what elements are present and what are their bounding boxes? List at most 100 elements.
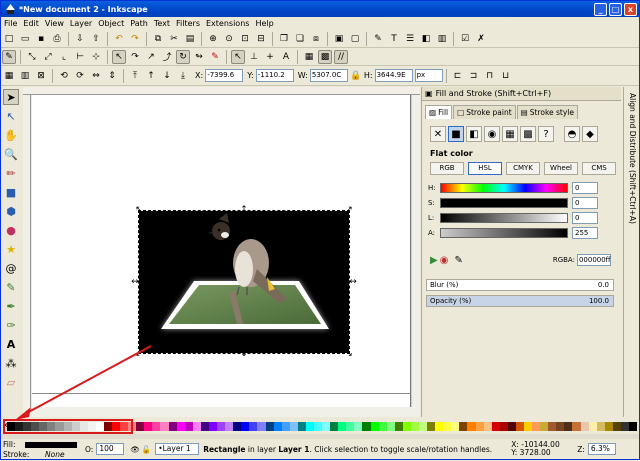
scale-corners-icon[interactable]: ⊐ (467, 69, 481, 83)
select-all-icon[interactable]: ▦ (2, 69, 16, 83)
snap-bbox-center-icon[interactable]: ⊹ (89, 50, 103, 64)
paste-icon[interactable]: ▤ (183, 32, 197, 46)
palette-swatch[interactable] (176, 422, 185, 431)
palette-swatch[interactable] (580, 422, 589, 431)
minimize-button[interactable]: _ (594, 2, 607, 16)
snap-bbox-edge-icon[interactable]: ⤢ (41, 50, 55, 64)
flip-vertical-icon[interactable]: ⇕ (105, 69, 119, 83)
palette-swatch[interactable] (281, 422, 290, 431)
lock-ratio-icon[interactable]: 🔒 (349, 69, 363, 83)
clone-icon[interactable]: ❏ (293, 32, 307, 46)
palette-swatch[interactable] (572, 422, 581, 431)
zoom-width-icon[interactable]: ⊟ (254, 32, 268, 46)
menu-object[interactable]: Object (95, 19, 127, 28)
snap-guide-icon[interactable]: + (263, 50, 277, 64)
color-picker-icon[interactable]: ✎ (454, 255, 462, 266)
scale-handle-br[interactable]: ↘ (345, 350, 353, 359)
scale-handle-bl[interactable]: ↙ (135, 350, 143, 359)
drawing-canvas[interactable]: ↖ ↕ ↗ ↔ ↔ ↙ ↕ ↘ (32, 95, 411, 407)
x-input[interactable]: -7399.6 (205, 69, 244, 82)
snap-text-baseline-icon[interactable]: ⊥ (247, 50, 261, 64)
pencil-tool-icon[interactable]: ✎ (3, 279, 19, 295)
menu-file[interactable]: File (1, 19, 20, 28)
palette-swatch[interactable] (548, 422, 557, 431)
lightness-input[interactable]: 0 (572, 211, 598, 224)
palette-swatch[interactable] (507, 422, 516, 431)
palette-swatch[interactable] (265, 422, 274, 431)
vertical-scrollbar[interactable] (411, 95, 420, 407)
text-tool-icon[interactable]: A (3, 336, 19, 352)
palette-swatch[interactable] (192, 422, 201, 431)
snap-guides-icon[interactable]: // (334, 49, 348, 64)
selector-tool-icon[interactable]: ➤ (3, 89, 19, 105)
raise-icon[interactable]: ↑ (144, 69, 158, 83)
palette-swatch[interactable] (418, 422, 428, 431)
scale-handle-b[interactable]: ↕ (240, 350, 248, 359)
palette-swatch[interactable] (451, 422, 460, 431)
zoom-input[interactable]: 6.3% (587, 443, 616, 455)
alpha-slider[interactable] (440, 227, 568, 238)
visibility-icon[interactable]: 👁 (130, 445, 140, 454)
lower-to-bottom-icon[interactable]: ⤓ (176, 69, 190, 83)
fill-rule-evenodd-icon[interactable]: ◓ (564, 126, 580, 142)
eraser-tool-icon[interactable]: ▱ (3, 374, 19, 390)
palette-swatch[interactable] (532, 422, 541, 431)
alpha-input[interactable]: 255 (572, 226, 598, 239)
align-distribute-tab[interactable]: Align and Distribute (Shift+Ctrl+A) (623, 87, 639, 417)
menu-path[interactable]: Path (127, 19, 151, 28)
palette-swatch[interactable] (322, 422, 331, 431)
tweak-tool-icon[interactable]: ✋ (3, 127, 19, 143)
palette-swatch[interactable] (564, 422, 573, 431)
snap-page-border-icon[interactable]: A (279, 50, 293, 64)
unlink-clone-icon[interactable]: ⧈ (309, 32, 323, 46)
layer-select[interactable]: •Layer 1 (155, 443, 200, 455)
zoom-selection-icon[interactable]: ⊕ (206, 32, 220, 46)
palette-swatch[interactable] (241, 422, 250, 431)
node-tool-icon[interactable]: ↖ (3, 108, 19, 124)
transform-pattern-icon[interactable]: ⊔ (499, 69, 513, 83)
palette-swatch[interactable] (184, 422, 193, 431)
palette-swatch[interactable] (629, 422, 638, 431)
snap-midpoint-icon[interactable]: ↬ (192, 50, 206, 64)
pattern-icon[interactable]: ▦ (502, 126, 518, 142)
snap-bbox-corner-icon[interactable]: ⌞ (57, 50, 71, 64)
palette-swatch[interactable] (208, 422, 218, 431)
blur-slider[interactable]: Blur (%) 0.0 (426, 279, 614, 291)
h-input[interactable]: 3644.9E (374, 69, 413, 82)
pen-tool-icon[interactable]: ✒ (3, 298, 19, 314)
saturation-input[interactable]: 0 (572, 196, 598, 209)
fill-stroke-indicator[interactable]: Fill: Stroke: None (1, 439, 83, 459)
open-icon[interactable]: ▭ (18, 32, 32, 46)
hue-input[interactable]: 0 (572, 181, 598, 194)
tab-stroke-paint[interactable]: □ Stroke paint (453, 105, 516, 119)
palette-swatch[interactable] (386, 422, 395, 431)
snap-intersection-icon[interactable]: ↗ (144, 50, 158, 64)
swatch-icon[interactable]: ▩ (520, 126, 536, 142)
palette-swatch[interactable] (620, 422, 630, 431)
document-properties-icon[interactable]: ✗ (474, 32, 488, 46)
snap-nodes-icon[interactable]: ↖ (112, 49, 126, 64)
menu-layer[interactable]: Layer (67, 19, 95, 28)
menu-edit[interactable]: Edit (20, 19, 42, 28)
saturation-slider[interactable] (440, 197, 568, 208)
o-input[interactable]: 100 (96, 443, 125, 455)
fill-rule-nonzero-icon[interactable]: ◆ (582, 126, 598, 142)
undo-icon[interactable]: ↶ (112, 32, 126, 46)
palette-swatch[interactable] (612, 422, 621, 431)
palette-swatch[interactable] (540, 422, 549, 431)
palette-swatch[interactable] (257, 422, 266, 431)
palette-swatch[interactable] (313, 422, 323, 431)
maximize-button[interactable]: □ (609, 2, 622, 16)
layers-icon[interactable]: ☰ (403, 32, 417, 46)
palette-swatch[interactable] (483, 422, 492, 431)
palette-swatch[interactable] (435, 422, 444, 431)
deselect-icon[interactable]: ⊠ (34, 69, 48, 83)
snap-grid-icon[interactable]: ▦ (302, 50, 316, 64)
lock-layer-icon[interactable]: 🔓 (142, 445, 151, 454)
menu-help[interactable]: Help (252, 19, 276, 28)
palette-swatch[interactable] (136, 422, 145, 431)
close-button[interactable]: x (624, 2, 637, 16)
preferences-icon[interactable]: ☑ (458, 32, 472, 46)
mode-rgb-button[interactable]: RGB (430, 162, 464, 175)
flip-horizontal-icon[interactable]: ⇔ (89, 69, 103, 83)
